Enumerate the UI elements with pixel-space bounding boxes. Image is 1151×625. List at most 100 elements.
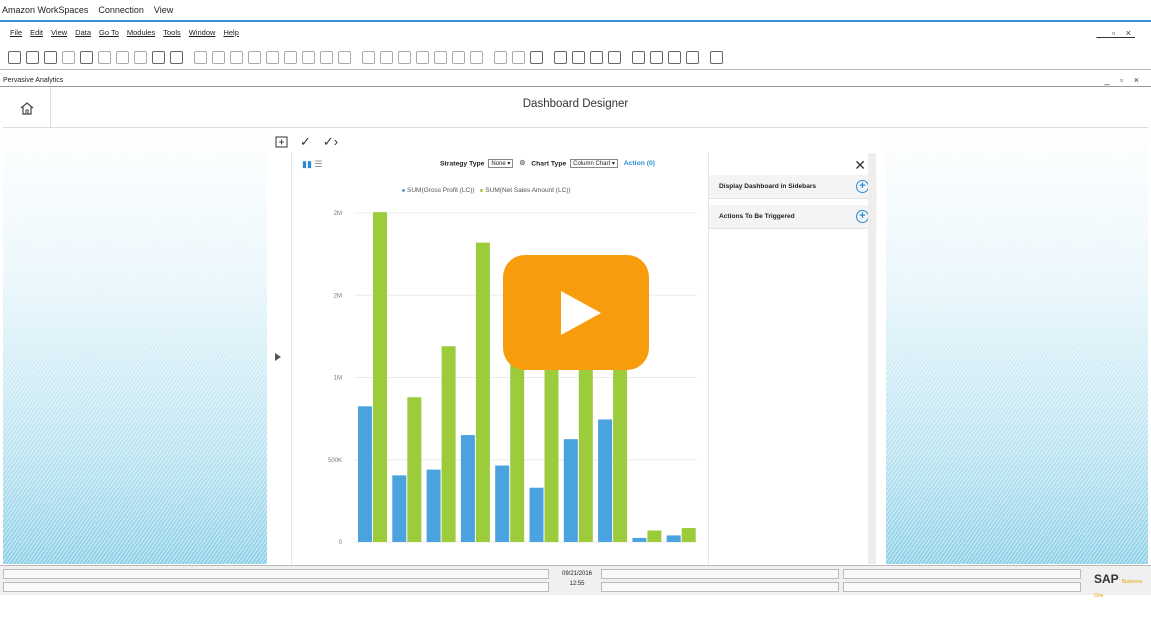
settings-icon[interactable] — [170, 51, 183, 64]
bar-gross-profit[interactable] — [358, 406, 372, 542]
move-icon[interactable] — [152, 51, 165, 64]
analytics-window-title: Pervasive Analytics — [3, 76, 64, 84]
sidebar-display-option[interactable]: Display Dashboard in Sidebars + — [709, 175, 877, 199]
pdf-icon[interactable] — [134, 51, 147, 64]
bar-net-sales[interactable] — [647, 530, 662, 542]
workspaces-menubar: Amazon WorkSpaces Connection View — [0, 0, 1151, 20]
status-field-4 — [601, 582, 839, 592]
designer-toolbar: ✓ ✓› — [267, 131, 886, 153]
video-play-button[interactable] — [503, 255, 649, 370]
sms-icon[interactable] — [62, 51, 75, 64]
menu-help[interactable]: Help — [223, 28, 238, 37]
bar-gross-profit[interactable] — [632, 537, 647, 542]
close-icon[interactable]: ✕ — [854, 157, 866, 174]
workspaces-menu-amazon[interactable]: Amazon WorkSpaces — [2, 5, 88, 15]
filter-icon[interactable] — [320, 51, 333, 64]
journal-icon[interactable] — [398, 51, 411, 64]
workspaces-menu-view[interactable]: View — [154, 5, 173, 15]
status-datetime: 09/21/2016 12:55 — [555, 569, 599, 589]
bar-gross-profit[interactable] — [598, 419, 613, 542]
gross-profit-icon[interactable] — [434, 51, 447, 64]
bar-gross-profit[interactable] — [392, 475, 407, 542]
payment-icon[interactable] — [416, 51, 429, 64]
status-time: 12:55 — [569, 581, 585, 587]
word-icon[interactable] — [116, 51, 129, 64]
add-tile-icon[interactable] — [275, 136, 288, 148]
window-controls[interactable]: _ ▫ × — [1097, 28, 1135, 38]
panel-scrollbar[interactable] — [868, 153, 876, 564]
actions-option[interactable]: Actions To Be Triggered + — [709, 205, 877, 229]
query-icon[interactable] — [632, 51, 645, 64]
menu-modules[interactable]: Modules — [127, 28, 155, 37]
next-record-icon[interactable] — [266, 51, 279, 64]
check-arrow-icon[interactable]: ✓› — [323, 134, 338, 150]
print-icon[interactable] — [26, 51, 39, 64]
workspaces-menu-connection[interactable]: Connection — [98, 5, 144, 15]
status-field-2 — [3, 582, 549, 592]
y-tick-label: 2M — [334, 211, 342, 217]
app-menubar: File Edit View Data Go To Modules Tools … — [0, 24, 1151, 41]
analytics-window-controls[interactable]: _ ▫ × — [1105, 75, 1143, 85]
status-date: 09/21/2016 — [561, 571, 593, 577]
calendar-icon[interactable] — [554, 51, 567, 64]
drill-icon[interactable] — [494, 51, 507, 64]
bar-gross-profit[interactable] — [426, 469, 441, 542]
last-record-icon[interactable] — [284, 51, 297, 64]
bar-net-sales[interactable] — [407, 397, 422, 542]
previous-record-icon[interactable] — [248, 51, 261, 64]
analytics-icon[interactable] — [686, 51, 699, 64]
expand-arrow-icon[interactable] — [275, 353, 281, 361]
dashboard-icon[interactable] — [650, 51, 663, 64]
preview-icon[interactable] — [8, 51, 21, 64]
tasks-icon[interactable] — [572, 51, 585, 64]
bar-gross-profit[interactable] — [460, 435, 475, 542]
bar-net-sales[interactable] — [441, 346, 456, 542]
status-field-5 — [843, 569, 1081, 579]
workspaces-divider — [0, 20, 1151, 22]
menu-file[interactable]: File — [10, 28, 22, 37]
bar-gross-profit[interactable] — [529, 487, 544, 542]
add-icon[interactable] — [212, 51, 225, 64]
first-record-icon[interactable] — [230, 51, 243, 64]
status-bar: 09/21/2016 12:55 SAP Business One — [0, 565, 1151, 599]
actions-label: Actions To Be Triggered — [719, 213, 795, 220]
status-field-6 — [843, 582, 1081, 592]
bar-net-sales[interactable] — [373, 212, 387, 543]
target-document-icon[interactable] — [380, 51, 393, 64]
play-icon — [561, 291, 601, 335]
menu-go-to[interactable]: Go To — [99, 28, 119, 37]
lock-icon[interactable] — [470, 51, 483, 64]
check-icon[interactable]: ✓ — [300, 134, 311, 150]
menu-tools[interactable]: Tools — [163, 28, 181, 37]
bar-net-sales[interactable] — [544, 366, 559, 542]
bar-net-sales[interactable] — [475, 242, 490, 543]
menu-view[interactable]: View — [51, 28, 67, 37]
y-tick-label: 1M — [334, 376, 342, 382]
base-document-icon[interactable] — [362, 51, 375, 64]
menu-data[interactable]: Data — [75, 28, 91, 37]
sidebar-display-label: Display Dashboard in Sidebars — [719, 183, 817, 190]
chart-icon[interactable] — [512, 51, 525, 64]
analytics-window-bar: Pervasive Analytics _ ▫ × — [0, 74, 1151, 87]
bar-gross-profit[interactable] — [495, 465, 510, 542]
bar-net-sales[interactable] — [681, 528, 696, 542]
help-icon[interactable] — [710, 51, 723, 64]
bar-gross-profit[interactable] — [563, 439, 578, 542]
menu-window[interactable]: Window — [189, 28, 216, 37]
bar-gross-profit[interactable] — [666, 535, 681, 542]
report-icon[interactable] — [668, 51, 681, 64]
calculator-icon[interactable] — [590, 51, 603, 64]
find-icon[interactable] — [194, 51, 207, 64]
layout-icon[interactable] — [452, 51, 465, 64]
refresh-icon[interactable] — [302, 51, 315, 64]
sort-icon[interactable] — [338, 51, 351, 64]
menu-edit[interactable]: Edit — [30, 28, 43, 37]
excel-icon[interactable] — [98, 51, 111, 64]
email-icon[interactable] — [44, 51, 57, 64]
messages-icon[interactable] — [530, 51, 543, 64]
side-collapse-strip[interactable] — [267, 153, 287, 564]
fax-icon[interactable] — [80, 51, 93, 64]
status-field-3 — [601, 569, 839, 579]
users-icon[interactable] — [608, 51, 621, 64]
main-toolbar — [0, 46, 1151, 70]
